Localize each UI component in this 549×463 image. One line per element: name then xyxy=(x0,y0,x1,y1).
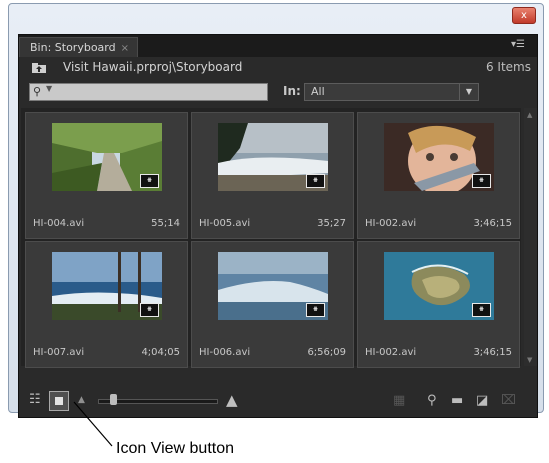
callout-label: Icon View button xyxy=(116,440,235,457)
callout-leader-line xyxy=(73,401,113,447)
